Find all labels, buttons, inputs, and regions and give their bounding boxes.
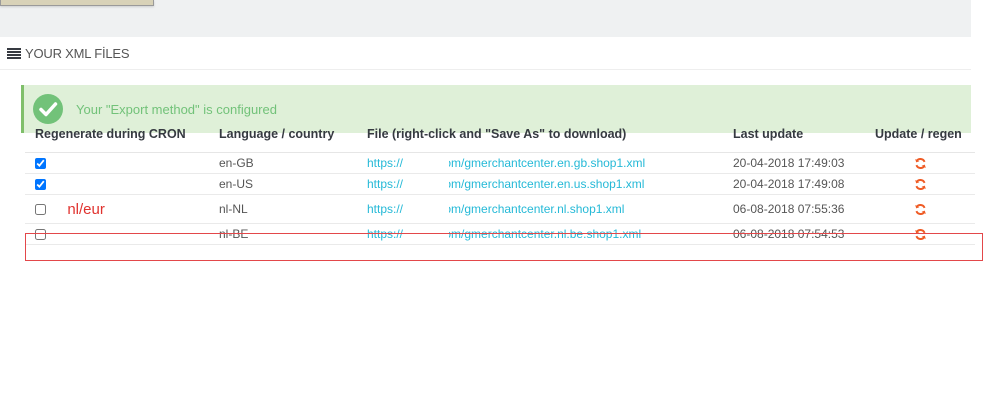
redaction-mask xyxy=(421,174,449,194)
col-header-last-update: Last update xyxy=(723,115,865,153)
cron-checkbox[interactable] xyxy=(35,203,46,215)
panel-title: YOUR XML FİLES xyxy=(25,45,130,61)
row-last-update: 20-04-2018 17:49:08 xyxy=(723,173,865,195)
table-row: en-GB https://).com/gmerchantcenter.en.g… xyxy=(25,152,975,174)
thumbnail-image xyxy=(0,0,154,6)
cron-checkbox[interactable] xyxy=(35,158,46,170)
annotation-highlight-box xyxy=(25,233,983,261)
refresh-icon[interactable] xyxy=(914,178,927,191)
refresh-icon[interactable] xyxy=(914,203,927,216)
redaction-mask xyxy=(421,153,449,173)
col-header-file: File (right-click and "Save As" to downl… xyxy=(357,115,723,153)
row-annotation: nl/eur xyxy=(67,200,105,218)
table-header-row: Regenerate during CRON Language / countr… xyxy=(25,115,975,153)
refresh-icon[interactable] xyxy=(914,157,927,170)
list-icon xyxy=(7,47,21,59)
row-last-update: 20-04-2018 17:49:03 xyxy=(723,152,865,174)
panel-heading: YOUR XML FİLES xyxy=(0,37,971,70)
row-language: nl-NL xyxy=(209,194,357,224)
col-header-language: Language / country xyxy=(209,115,357,153)
file-link[interactable]: https://).com/gmerchantcenter.nl.shop1.x… xyxy=(357,194,723,224)
xml-files-table: Regenerate during CRON Language / countr… xyxy=(25,115,975,245)
top-band xyxy=(0,0,971,37)
row-language: en-GB xyxy=(209,152,357,174)
table-row: en-US https://).com/gmerchantcenter.en.u… xyxy=(25,173,975,195)
redaction-mask xyxy=(421,195,449,223)
file-link[interactable]: https://).com/gmerchantcenter.en.gb.shop… xyxy=(357,152,723,174)
file-link[interactable]: https://).com/gmerchantcenter.en.us.shop… xyxy=(357,173,723,195)
cron-checkbox[interactable] xyxy=(35,179,46,191)
col-header-update-regen: Update / regen xyxy=(865,115,975,153)
table-row: nl/eur nl-NL https://).com/gmerchantcent… xyxy=(25,194,975,224)
row-last-update: 06-08-2018 07:55:36 xyxy=(723,194,865,224)
row-language: en-US xyxy=(209,173,357,195)
col-header-regenerate-cron: Regenerate during CRON xyxy=(25,115,209,153)
